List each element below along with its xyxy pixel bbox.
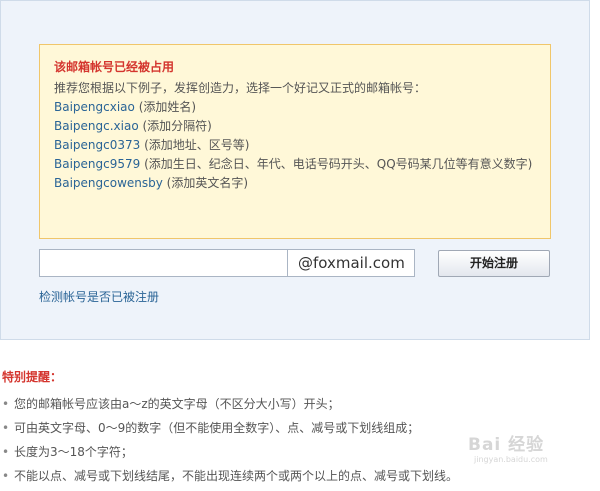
suggestion-item[interactable]: Baipengc0373 (添加地址、区号等) — [54, 136, 536, 155]
watermark-logo: Bai 经验 — [468, 435, 545, 455]
suggestion-name[interactable]: Baipengc0373 — [54, 138, 140, 152]
watermark-url: jingyan.baidu.com — [474, 455, 548, 464]
suggestion-hint: (添加生日、纪念日、年代、电话号码开头、QQ号码某几位等有意义数字) — [140, 157, 533, 171]
email-domain-label: @foxmail.com — [287, 249, 415, 277]
check-account-link[interactable]: 检测帐号是否已被注册 — [39, 288, 159, 305]
suggestion-item[interactable]: Baipengcowensby (添加英文名字) — [54, 174, 536, 193]
suggestion-item[interactable]: Baipengc9579 (添加生日、纪念日、年代、电话号码开头、QQ号码某几位… — [54, 155, 536, 174]
account-taken-notice: 该邮箱帐号已经被占用 推荐您根据以下例子，发挥创造力，选择一个好记又正式的邮箱帐… — [39, 44, 551, 239]
tip-item: 不能以点、减号或下划线结尾，不能出现连续两个或两个以上的点、减号或下划线。 — [2, 464, 592, 488]
suggestion-hint: (添加姓名) — [134, 100, 197, 114]
register-panel: 该邮箱帐号已经被占用 推荐您根据以下例子，发挥创造力，选择一个好记又正式的邮箱帐… — [0, 0, 590, 340]
suggestion-hint: (添加英文名字) — [162, 176, 249, 190]
suggestion-item[interactable]: Baipengc.xiao (添加分隔符) — [54, 117, 536, 136]
suggestion-hint: (添加地址、区号等) — [140, 138, 250, 152]
tip-item: 您的邮箱帐号应该由a～z的英文字母（不区分大小写）开头； — [2, 392, 592, 416]
special-reminder: 特别提醒： 您的邮箱帐号应该由a～z的英文字母（不区分大小写）开头； 可由英文字… — [2, 368, 592, 488]
start-register-button[interactable]: 开始注册 — [438, 250, 550, 277]
notice-title: 该邮箱帐号已经被占用 — [54, 60, 175, 74]
tips-title: 特别提醒： — [2, 370, 63, 384]
suggestion-name[interactable]: Baipengcowensby — [54, 176, 163, 190]
notice-intro: 推荐您根据以下例子，发挥创造力，选择一个好记又正式的邮箱帐号： — [54, 81, 427, 95]
baidu-jingyan-watermark: Bai 经验 jingyan.baidu.com — [468, 435, 578, 465]
suggestion-name[interactable]: Baipengcxiao — [54, 100, 135, 114]
email-account-input[interactable] — [39, 249, 287, 277]
suggestion-name[interactable]: Baipengc.xiao — [54, 119, 139, 133]
suggestion-name[interactable]: Baipengc9579 — [54, 157, 140, 171]
suggestion-hint: (添加分隔符) — [138, 119, 212, 133]
suggestion-item[interactable]: Baipengcxiao (添加姓名) — [54, 98, 536, 117]
